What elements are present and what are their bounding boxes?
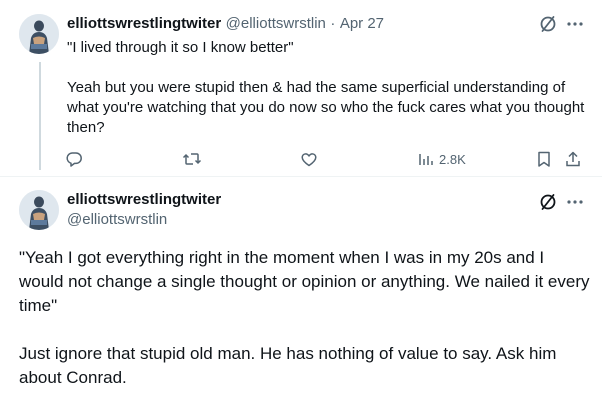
views-count: 2.8K	[439, 151, 466, 167]
slash-circle-icon[interactable]	[538, 192, 558, 212]
author-handle[interactable]: @elliottswrstlin	[67, 211, 167, 228]
tweet1-header: elliottswrestlingtwiter @elliottswrstlin…	[67, 15, 384, 33]
more-dots-icon[interactable]	[565, 14, 585, 34]
views-chart-icon	[417, 150, 435, 168]
share-button[interactable]	[564, 150, 582, 168]
avatar-image	[19, 14, 59, 54]
avatar-image	[19, 190, 59, 230]
tweet-divider	[0, 176, 602, 177]
reply-button[interactable]	[65, 150, 83, 168]
avatar[interactable]	[19, 14, 59, 54]
bookmark-button[interactable]	[535, 150, 553, 168]
author-name[interactable]: elliottswrestlingtwiter	[67, 15, 221, 32]
like-button[interactable]	[300, 150, 318, 168]
avatar[interactable]	[19, 190, 59, 230]
tweet1-text: "I lived through it so I know better" Ye…	[67, 39, 585, 136]
tweet-date[interactable]: Apr 27	[340, 15, 384, 32]
slash-circle-icon[interactable]	[538, 14, 558, 34]
bookmark-icon	[535, 150, 553, 168]
more-dots-icon[interactable]	[565, 192, 585, 212]
views-button[interactable]: 2.8K	[417, 150, 466, 168]
share-icon	[564, 150, 582, 168]
thread-connector	[39, 62, 41, 170]
tweet2-text: "Yeah I got everything right in the mome…	[19, 248, 590, 387]
repost-icon	[182, 150, 202, 168]
reply-icon	[65, 150, 83, 168]
repost-button[interactable]	[182, 150, 202, 168]
heart-icon	[300, 150, 318, 168]
author-name[interactable]: elliottswrestlingtwiter	[67, 191, 221, 208]
separator-dot: ·	[330, 15, 336, 32]
author-handle[interactable]: @elliottswrstlin	[226, 15, 326, 32]
